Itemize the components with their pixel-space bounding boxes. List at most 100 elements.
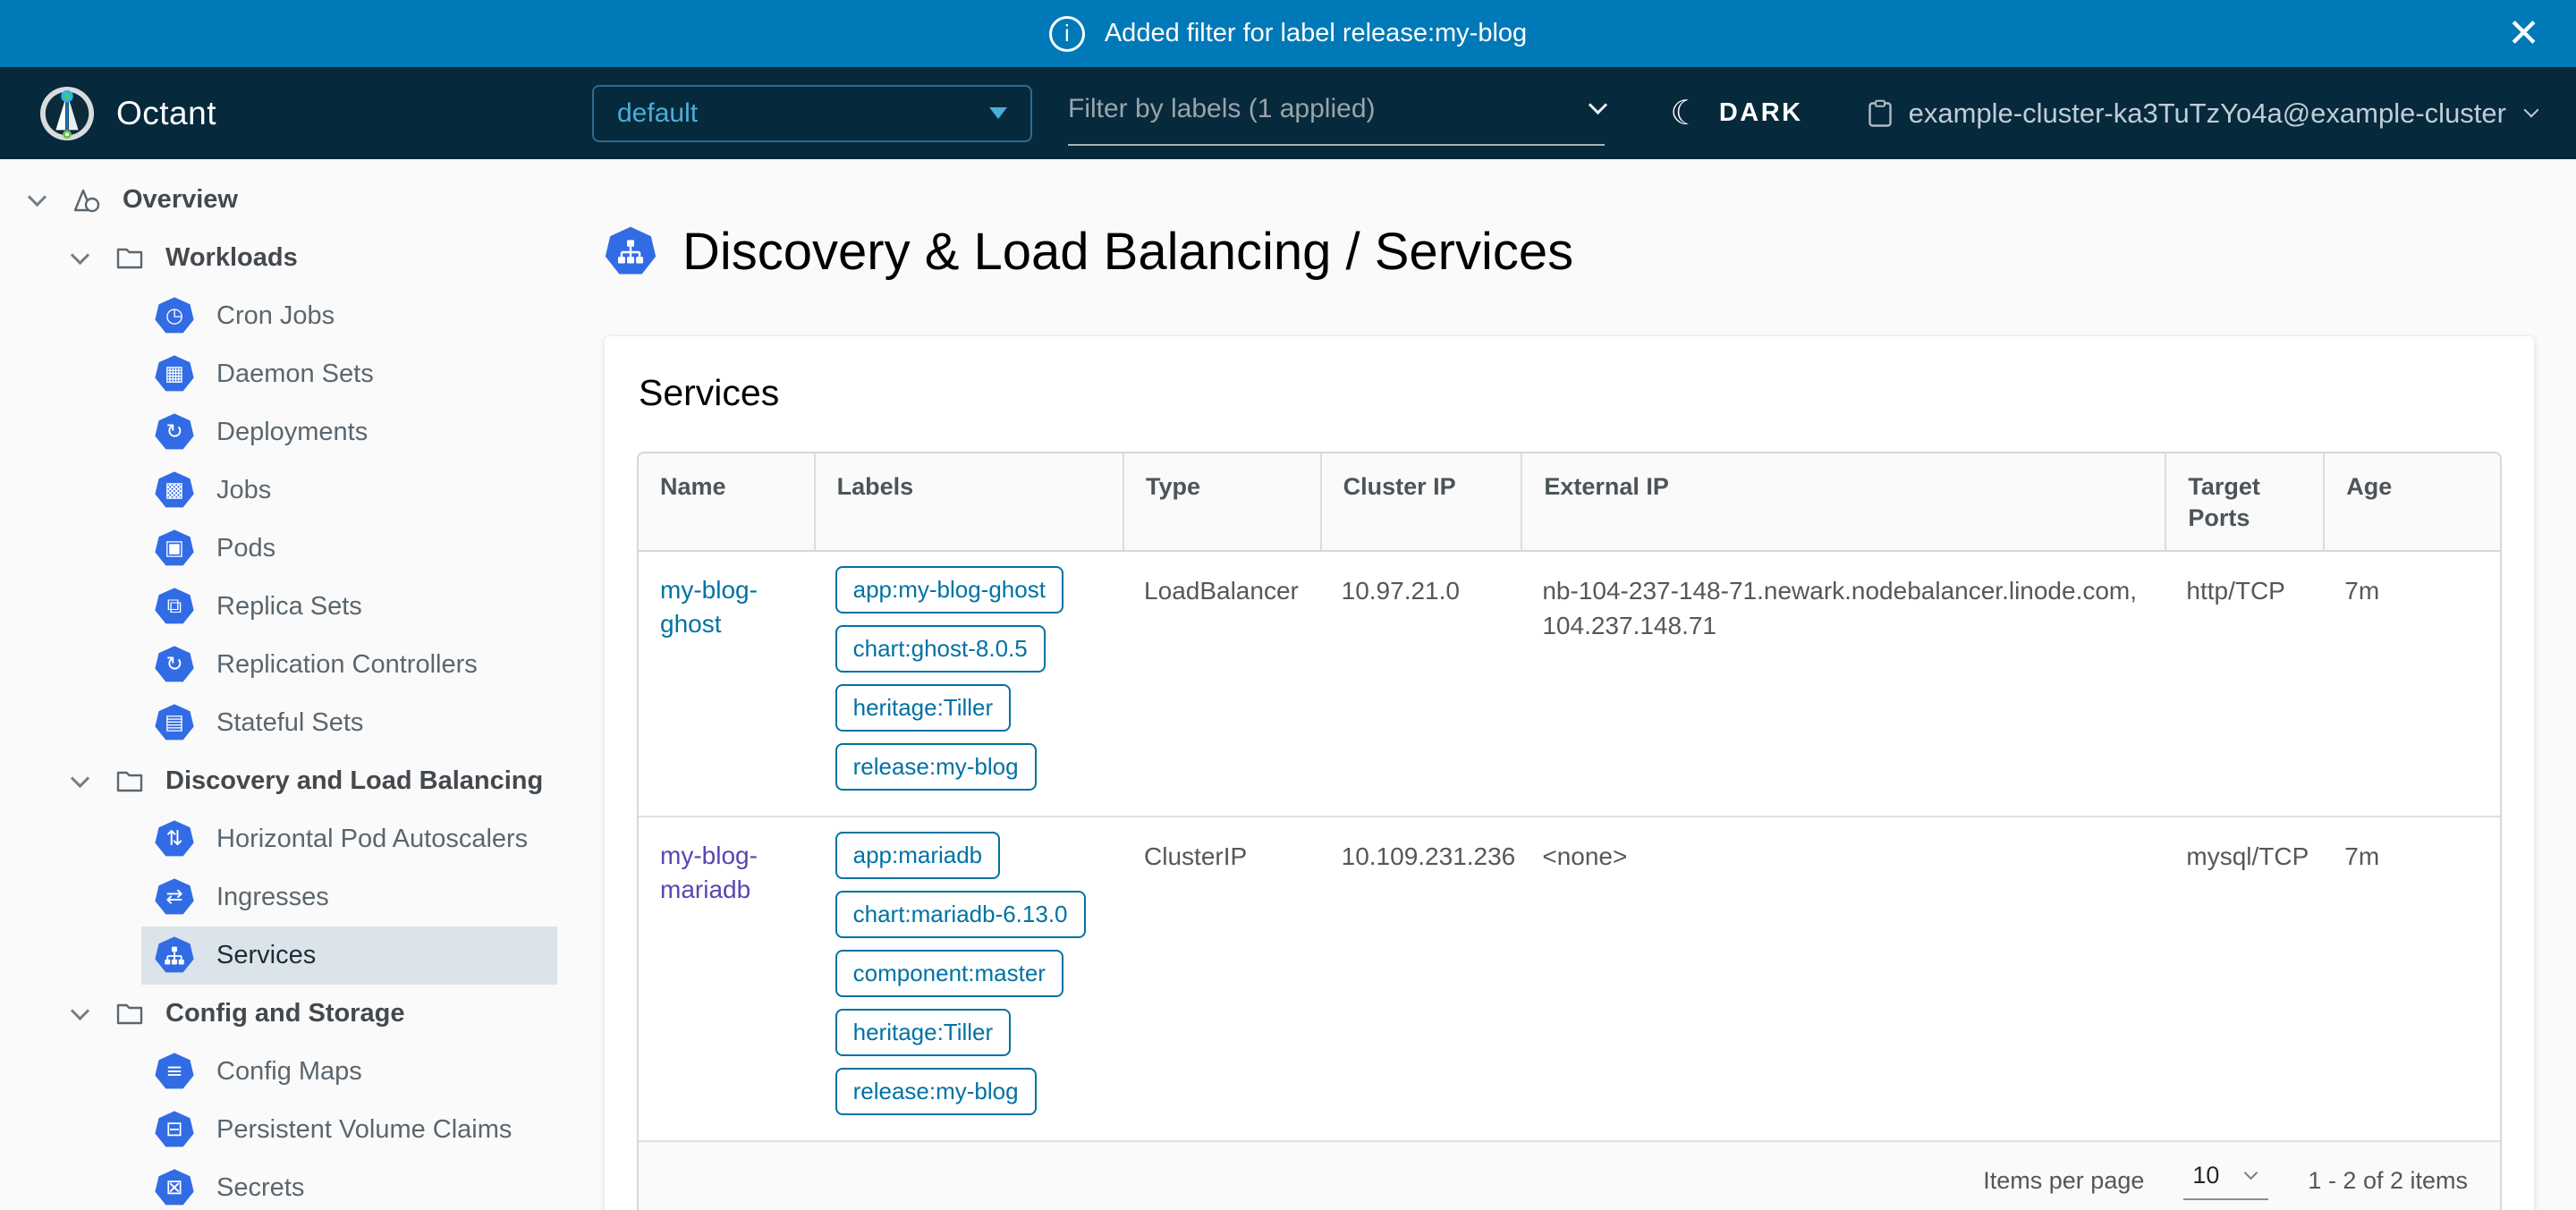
service-link[interactable]: my-blog-ghost xyxy=(660,573,796,641)
cell-external-ip: <none> xyxy=(1521,817,2165,1140)
cell-labels: app:my-blog-ghost chart:ghost-8.0.5 heri… xyxy=(814,552,1123,816)
cell-external-ip: nb-104-237-148-71.newark.nodebalancer.li… xyxy=(1521,552,2165,816)
table-row: my-blog-mariadb app:mariadb chart:mariad… xyxy=(639,817,2500,1142)
cluster-name: example-cluster-ka3TuTzYo4a@example-clus… xyxy=(1909,97,2506,130)
page-title: Discovery & Load Balancing / Services xyxy=(682,222,1573,282)
sidebar-group-discovery-and-load-balancing[interactable]: Discovery and Load Balancing xyxy=(0,752,557,810)
label-pill[interactable]: chart:mariadb-6.13.0 xyxy=(835,891,1086,938)
cell-name: my-blog-mariadb xyxy=(639,817,814,1140)
sidebar-item-daemon-sets[interactable]: ▦ Daemon Sets xyxy=(141,345,557,403)
sidebar-item-horizontal-pod-autoscalers[interactable]: ⇅ Horizontal Pod Autoscalers xyxy=(141,810,557,868)
sidebar-item-label: Ingresses xyxy=(216,883,329,912)
cell-age: 7m xyxy=(2323,552,2500,816)
pvc-icon: ⊟ xyxy=(154,1111,195,1150)
replicaset-icon: ⧉ xyxy=(154,588,195,627)
chevron-down-icon xyxy=(1589,96,1607,114)
column-header-cluster-ip: Cluster IP xyxy=(1320,453,1521,550)
chevron-down-icon[interactable] xyxy=(28,187,47,206)
label-pill[interactable]: chart:ghost-8.0.5 xyxy=(835,625,1046,673)
alert-message: Added filter for label release:my-blog xyxy=(1105,19,1527,48)
label-pill[interactable]: release:my-blog xyxy=(835,1068,1037,1115)
ingress-icon: ⇄ xyxy=(154,878,195,918)
secret-icon: ⊠ xyxy=(154,1169,195,1208)
cell-type: ClusterIP xyxy=(1123,817,1320,1140)
cell-age: 7m xyxy=(2323,817,2500,1140)
app-title: Octant xyxy=(116,95,216,132)
sidebar-item-services[interactable]: Services xyxy=(141,927,557,985)
caret-down-icon xyxy=(989,107,1007,119)
service-icon xyxy=(154,936,195,976)
hpa-icon: ⇅ xyxy=(154,820,195,859)
sidebar-group-config-and-storage[interactable]: Config and Storage xyxy=(0,985,557,1043)
page-size-select[interactable]: 10 xyxy=(2183,1162,2268,1200)
sidebar-item-label: Jobs xyxy=(216,476,271,505)
sidebar-item-label: Persistent Volume Claims xyxy=(216,1115,512,1145)
sidebar-group-label: Workloads xyxy=(165,243,298,273)
sidebar-item-label: Services xyxy=(216,941,316,970)
label-filter-dropdown[interactable]: Filter by labels (1 applied) xyxy=(1068,81,1605,146)
sidebar-item-label: Daemon Sets xyxy=(216,360,374,389)
services-card: Services Name Labels Type Cluster IP Ext… xyxy=(604,335,2535,1210)
info-icon: i xyxy=(1049,16,1085,52)
cell-name: my-blog-ghost xyxy=(639,552,814,816)
sidebar-group-workloads[interactable]: Workloads xyxy=(0,229,557,287)
sidebar-item-label: Deployments xyxy=(216,418,368,447)
theme-toggle-button[interactable]: ☾ DARK xyxy=(1670,97,1802,131)
sidebar-item-label: Stateful Sets xyxy=(216,708,363,738)
label-pill[interactable]: heritage:Tiller xyxy=(835,1009,1012,1056)
sidebar-item-stateful-sets[interactable]: ▤ Stateful Sets xyxy=(141,694,557,752)
service-link[interactable]: my-blog-mariadb xyxy=(660,839,796,907)
daemonset-icon: ▦ xyxy=(154,355,195,394)
sidebar-item-persistent-volume-claims[interactable]: ⊟ Persistent Volume Claims xyxy=(141,1101,557,1159)
label-pill[interactable]: app:mariadb xyxy=(835,832,1001,879)
sidebar-item-label: Horizontal Pod Autoscalers xyxy=(216,825,528,854)
sidebar-item-label: Secrets xyxy=(216,1173,304,1203)
column-header-target-ports: Target Ports xyxy=(2165,453,2323,550)
sidebar-item-label: Pods xyxy=(216,534,275,563)
folder-icon xyxy=(115,246,144,270)
octant-logo-icon xyxy=(39,86,95,141)
table-header-row: Name Labels Type Cluster IP External IP … xyxy=(639,453,2500,552)
label-pill[interactable]: release:my-blog xyxy=(835,743,1037,791)
sidebar-item-deployments[interactable]: ↻ Deployments xyxy=(141,403,557,461)
overview-icon xyxy=(72,187,101,214)
pagination-range: 1 - 2 of 2 items xyxy=(2308,1167,2468,1195)
chevron-down-icon[interactable] xyxy=(71,1001,89,1020)
main-content: Discovery & Load Balancing / Services Se… xyxy=(557,159,2576,1210)
sidebar-item-label: Overview xyxy=(123,185,238,215)
sidebar-item-label: Config Maps xyxy=(216,1057,362,1087)
sidebar-item-jobs[interactable]: ▩ Jobs xyxy=(141,461,557,520)
table-pagination: Items per page 10 1 - 2 of 2 items xyxy=(639,1142,2500,1210)
column-header-age: Age xyxy=(2323,453,2500,550)
cell-target-ports: http/TCP xyxy=(2165,552,2323,816)
label-pill[interactable]: heritage:Tiller xyxy=(835,684,1012,732)
sidebar-item-label: Cron Jobs xyxy=(216,301,335,331)
theme-toggle-label: DARK xyxy=(1719,98,1803,128)
sidebar-item-replica-sets[interactable]: ⧉ Replica Sets xyxy=(141,578,557,636)
sidebar-item-ingresses[interactable]: ⇄ Ingresses xyxy=(141,868,557,927)
sidebar-item-config-maps[interactable]: ≡ Config Maps xyxy=(141,1043,557,1101)
sidebar-item-secrets[interactable]: ⊠ Secrets xyxy=(141,1159,557,1210)
pod-icon: ▣ xyxy=(154,529,195,569)
cluster-selector[interactable]: example-cluster-ka3TuTzYo4a@example-clus… xyxy=(1868,97,2537,130)
cronjob-icon: ◷ xyxy=(154,297,195,336)
chevron-down-icon[interactable] xyxy=(71,768,89,787)
banner-close-button[interactable]: ✕ xyxy=(2507,14,2540,54)
label-pill[interactable]: app:my-blog-ghost xyxy=(835,566,1063,613)
moon-icon: ☾ xyxy=(1670,97,1703,131)
sidebar-item-overview[interactable]: Overview xyxy=(0,171,557,229)
label-pill[interactable]: component:master xyxy=(835,950,1063,997)
chevron-down-icon[interactable] xyxy=(71,245,89,264)
folder-icon xyxy=(115,1002,144,1026)
sidebar-item-label: Replica Sets xyxy=(216,592,362,622)
sidebar-item-pods[interactable]: ▣ Pods xyxy=(141,520,557,578)
alert-banner: i Added filter for label release:my-blog… xyxy=(0,0,2576,67)
cell-target-ports: mysql/TCP xyxy=(2165,817,2323,1140)
job-icon: ▩ xyxy=(154,471,195,511)
sidebar-item-cron-jobs[interactable]: ◷ Cron Jobs xyxy=(141,287,557,345)
column-header-name: Name xyxy=(639,453,814,550)
namespace-value: default xyxy=(617,98,698,129)
namespace-select[interactable]: default xyxy=(592,85,1032,142)
sidebar-nav: Overview Workloads ◷ Cron Jobs ▦ Daemon … xyxy=(0,159,557,1210)
sidebar-item-replication-controllers[interactable]: ↻ Replication Controllers xyxy=(141,636,557,694)
